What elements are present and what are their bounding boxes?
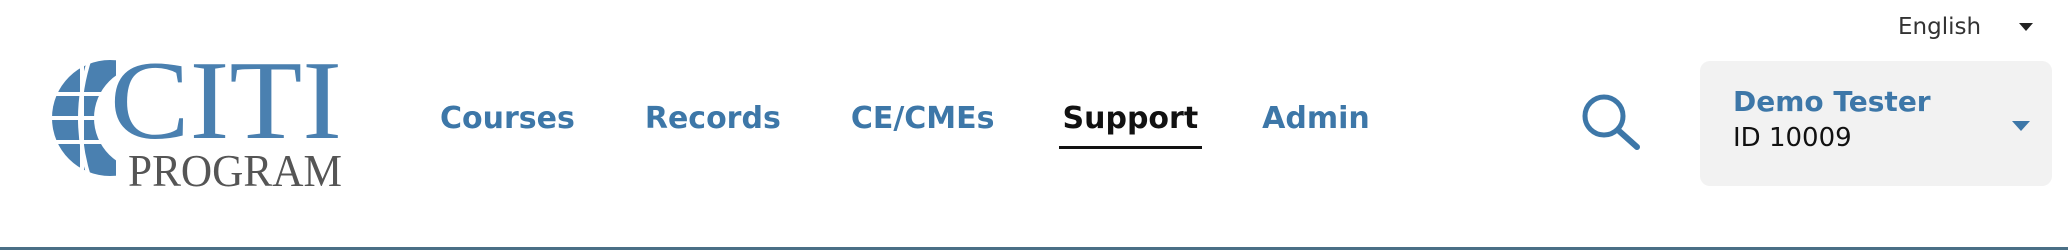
main-nav: Courses Records CE/CMEs Support Admin	[440, 96, 1370, 149]
search-icon	[1582, 94, 1640, 150]
chevron-down-icon	[2012, 121, 2030, 131]
logo-wordmark-program: PROGRAM	[128, 145, 342, 190]
language-label: English	[1898, 14, 1982, 40]
search-button[interactable]	[1580, 92, 1642, 154]
language-selector[interactable]: English	[1898, 10, 2034, 44]
caret-down-icon	[2019, 23, 2034, 31]
nav-item-support[interactable]: Support	[1058, 96, 1202, 149]
site-header: English CITI PROGRAM Courses Records CE/…	[0, 0, 2068, 250]
nav-item-admin[interactable]: Admin	[1262, 96, 1370, 142]
user-menu[interactable]: Demo Tester ID 10009	[1700, 61, 2052, 186]
citi-program-logo[interactable]: CITI PROGRAM	[50, 52, 350, 190]
user-name: Demo Tester	[1733, 85, 1931, 118]
user-id: ID 10009	[1733, 123, 1852, 153]
nav-item-ce-cmes[interactable]: CE/CMEs	[851, 96, 995, 142]
nav-item-courses[interactable]: Courses	[440, 96, 575, 142]
nav-item-records[interactable]: Records	[645, 96, 781, 142]
